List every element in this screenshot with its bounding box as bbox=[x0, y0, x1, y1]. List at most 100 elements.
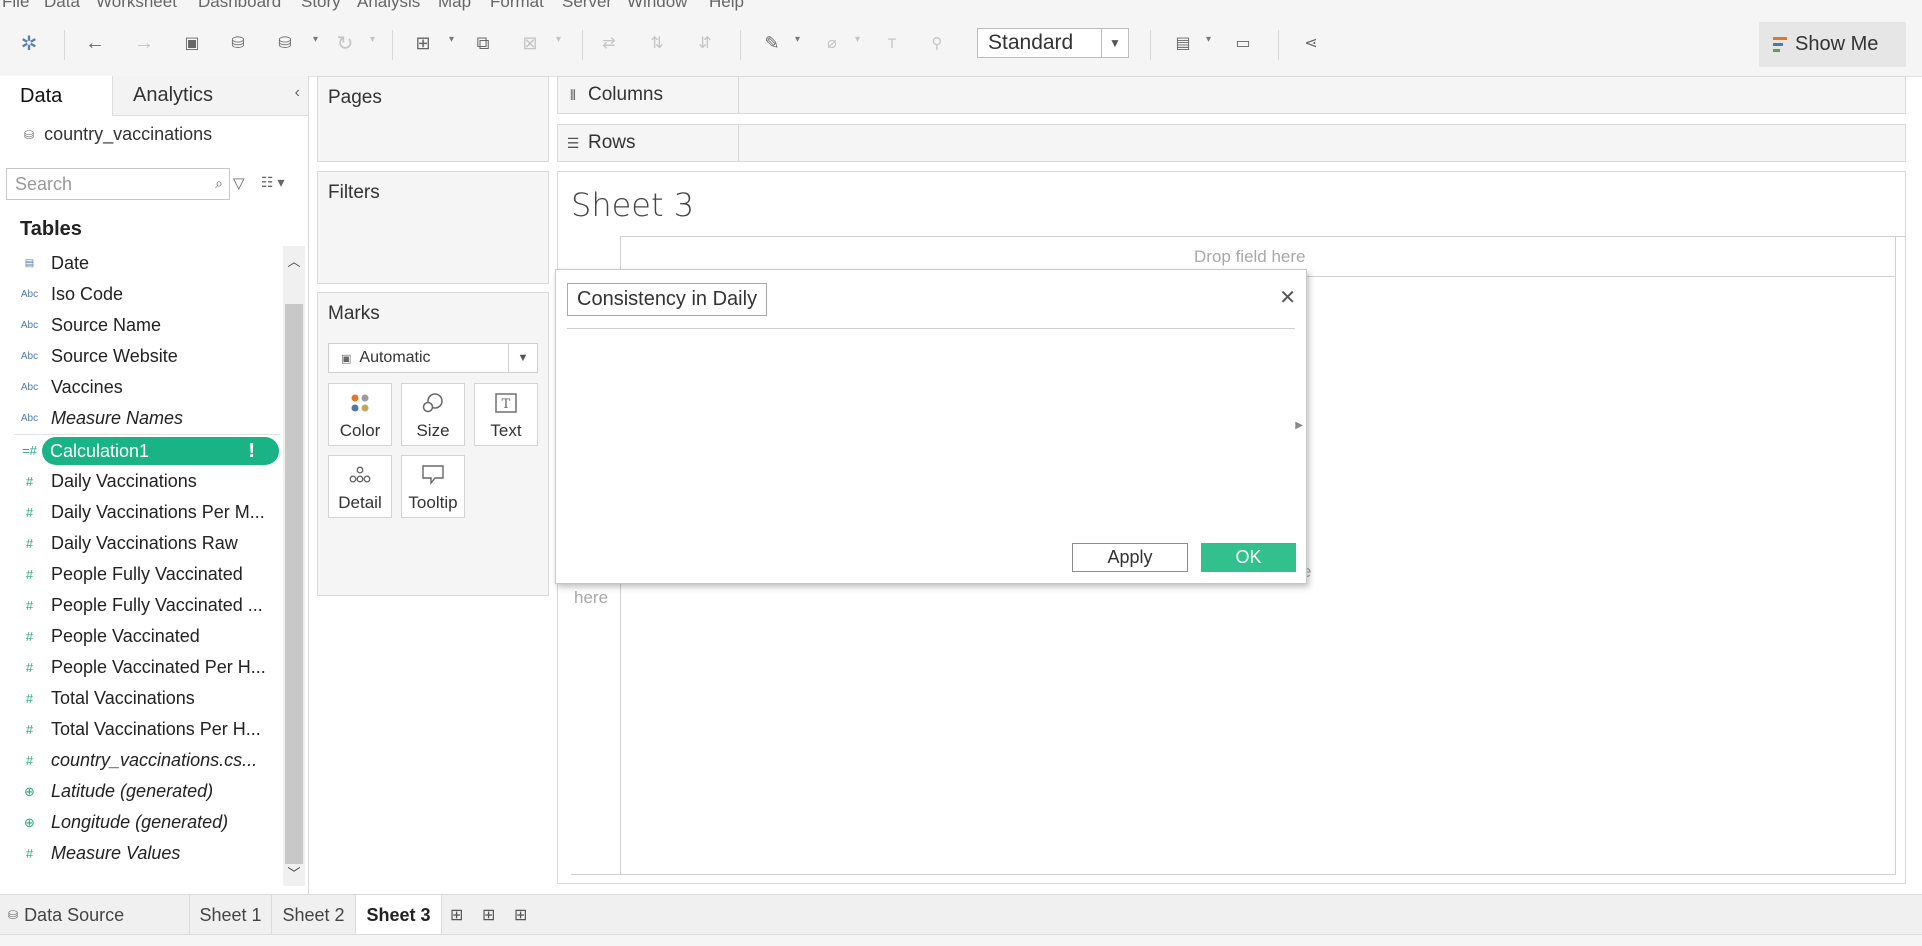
presentation-mode-icon[interactable]: ▭ bbox=[1226, 26, 1260, 60]
menu-format[interactable]: Format bbox=[490, 0, 544, 12]
field-total-vaccinations-per-hundred[interactable]: # Total Vaccinations Per H... bbox=[0, 714, 282, 745]
filters-shelf[interactable]: Filters bbox=[317, 171, 549, 284]
clear-sheet-caret-icon[interactable]: ▾ bbox=[556, 34, 561, 45]
view-options-icon[interactable]: ☷ ▾ bbox=[261, 174, 284, 191]
color-button[interactable]: Color bbox=[328, 383, 392, 446]
redo-icon[interactable]: → bbox=[127, 26, 161, 60]
scroll-up-icon[interactable]: ︿ bbox=[283, 246, 305, 274]
pause-updates-icon[interactable]: ⛁ bbox=[268, 26, 302, 60]
tab-sheet-2[interactable]: Sheet 2 bbox=[272, 895, 356, 935]
menu-map[interactable]: Map bbox=[438, 0, 471, 12]
menu-file[interactable]: File bbox=[2, 0, 29, 12]
sheet-title[interactable]: Sheet 3 bbox=[571, 186, 694, 224]
scroll-down-icon[interactable]: ﹀ bbox=[283, 858, 305, 886]
field-date[interactable]: ▤ Date bbox=[0, 248, 282, 279]
fit-select[interactable]: Standard ▼ bbox=[977, 28, 1129, 58]
calculation-pill[interactable]: Calculation1 ! bbox=[42, 437, 279, 465]
ok-button[interactable]: OK bbox=[1201, 543, 1296, 572]
columns-shelf[interactable]: ⫴ Columns bbox=[557, 76, 1906, 114]
show-cards-caret-icon[interactable]: ▾ bbox=[1206, 34, 1211, 45]
clear-sheet-icon[interactable]: ⊠ bbox=[513, 26, 547, 60]
field-vaccines[interactable]: Abc Vaccines bbox=[0, 372, 282, 403]
field-daily-vaccinations-per-million[interactable]: # Daily Vaccinations Per M... bbox=[0, 497, 282, 528]
save-icon[interactable]: ▣ bbox=[175, 26, 209, 60]
field-measure-names[interactable]: Abc Measure Names bbox=[0, 403, 282, 434]
field-people-fully-vaccinated-per-hundred[interactable]: # People Fully Vaccinated ... bbox=[0, 590, 282, 621]
group-members-icon[interactable]: ⌀ bbox=[815, 26, 849, 60]
highlight-icon[interactable]: ✎ bbox=[755, 26, 789, 60]
collapse-pane-icon[interactable]: ‹ bbox=[295, 84, 300, 102]
show-cards-icon[interactable]: ▤ bbox=[1166, 26, 1200, 60]
tableau-logo-icon[interactable]: ✲ bbox=[12, 26, 46, 60]
new-worksheet-icon[interactable]: ⊞ bbox=[406, 26, 440, 60]
field-calculation1[interactable]: =# Calculation1 ! bbox=[0, 435, 282, 466]
new-story-icon[interactable]: ⊞ bbox=[514, 905, 527, 925]
field-people-fully-vaccinated[interactable]: # People Fully Vaccinated bbox=[0, 559, 282, 590]
tab-data[interactable]: Data bbox=[0, 76, 112, 116]
rows-shelf[interactable]: ☰ Rows bbox=[557, 124, 1906, 162]
fix-axes-icon[interactable]: ⚲ bbox=[920, 26, 954, 60]
sort-ascending-icon[interactable]: ⇅ bbox=[640, 26, 674, 60]
drop-field-columns-hint[interactable]: Drop field here bbox=[1194, 247, 1306, 267]
formula-editor[interactable] bbox=[567, 332, 1277, 532]
refresh-caret-icon[interactable]: ▾ bbox=[370, 34, 375, 45]
scroll-thumb[interactable] bbox=[285, 304, 303, 864]
tab-sheet-1[interactable]: Sheet 1 bbox=[190, 895, 272, 935]
chevron-down-icon[interactable]: ▼ bbox=[508, 344, 537, 372]
field-daily-vaccinations-raw[interactable]: # Daily Vaccinations Raw bbox=[0, 528, 282, 559]
field-measure-values[interactable]: # Measure Values bbox=[0, 838, 282, 869]
field-source-name[interactable]: Abc Source Name bbox=[0, 310, 282, 341]
sort-descending-icon[interactable]: ⇵ bbox=[688, 26, 722, 60]
new-datasource-icon[interactable]: ⛁ bbox=[221, 26, 255, 60]
pause-updates-caret-icon[interactable]: ▾ bbox=[313, 34, 318, 45]
tab-analytics[interactable]: Analytics ‹ bbox=[112, 76, 308, 116]
field-source-website[interactable]: Abc Source Website bbox=[0, 341, 282, 372]
new-worksheet-caret-icon[interactable]: ▾ bbox=[449, 34, 454, 45]
highlight-caret-icon[interactable]: ▾ bbox=[795, 34, 800, 45]
field-count-records[interactable]: # country_vaccinations.cs... bbox=[0, 745, 282, 776]
menu-worksheet[interactable]: Worksheet bbox=[96, 0, 177, 12]
share-icon[interactable]: ⋖ bbox=[1294, 26, 1328, 60]
detail-button[interactable]: Detail bbox=[328, 455, 392, 518]
field-total-vaccinations[interactable]: # Total Vaccinations bbox=[0, 683, 282, 714]
search-icon[interactable]: ⌕ bbox=[215, 175, 223, 192]
show-labels-icon[interactable]: T bbox=[875, 26, 909, 60]
menu-dashboard[interactable]: Dashboard bbox=[198, 0, 281, 12]
expand-functions-icon[interactable]: ▶ bbox=[1295, 420, 1303, 431]
datasource-item[interactable]: ⛁ country_vaccinations bbox=[24, 124, 212, 145]
menu-data[interactable]: Data bbox=[44, 0, 80, 12]
pages-shelf[interactable]: Pages bbox=[317, 76, 549, 162]
text-button[interactable]: T Text bbox=[474, 383, 538, 446]
drop-field-rows-hint[interactable]: here bbox=[574, 588, 608, 608]
duplicate-sheet-icon[interactable]: ⧉ bbox=[466, 26, 500, 60]
tab-data-source[interactable]: ⛁ Data Source bbox=[0, 895, 190, 935]
field-longitude[interactable]: ⊕ Longitude (generated) bbox=[0, 807, 282, 838]
size-button[interactable]: Size bbox=[401, 383, 465, 446]
new-worksheet-icon[interactable]: ⊞ bbox=[450, 905, 463, 925]
undo-icon[interactable]: ← bbox=[78, 26, 112, 60]
close-icon[interactable]: ✕ bbox=[1279, 285, 1296, 310]
show-me-button[interactable]: Show Me bbox=[1759, 22, 1906, 67]
apply-button[interactable]: Apply bbox=[1072, 543, 1188, 572]
chevron-down-icon[interactable]: ▼ bbox=[1101, 29, 1128, 57]
calculation-name-input[interactable]: Consistency in Daily bbox=[567, 283, 767, 316]
menu-help[interactable]: Help bbox=[709, 0, 744, 12]
swap-rows-columns-icon[interactable]: ⇄ bbox=[592, 26, 626, 60]
search-input[interactable]: Search ⌕ bbox=[6, 168, 230, 200]
menu-story[interactable]: Story bbox=[301, 0, 341, 12]
new-dashboard-icon[interactable]: ⊞ bbox=[482, 905, 495, 925]
menu-server[interactable]: Server bbox=[562, 0, 612, 12]
menu-window[interactable]: Window bbox=[627, 0, 687, 12]
mark-type-select[interactable]: ▣ Automatic ▼ bbox=[328, 343, 538, 373]
field-people-vaccinated-per-hundred[interactable]: # People Vaccinated Per H... bbox=[0, 652, 282, 683]
menu-analysis[interactable]: Analysis bbox=[357, 0, 420, 12]
field-people-vaccinated[interactable]: # People Vaccinated bbox=[0, 621, 282, 652]
refresh-icon[interactable]: ↻ bbox=[328, 26, 362, 60]
field-daily-vaccinations[interactable]: # Daily Vaccinations bbox=[0, 466, 282, 497]
field-iso-code[interactable]: Abc Iso Code bbox=[0, 279, 282, 310]
group-caret-icon[interactable]: ▾ bbox=[855, 34, 860, 45]
field-latitude[interactable]: ⊕ Latitude (generated) bbox=[0, 776, 282, 807]
scrollbar[interactable]: ︿ ﹀ bbox=[283, 246, 305, 886]
tooltip-button[interactable]: Tooltip bbox=[401, 455, 465, 518]
tab-sheet-3[interactable]: Sheet 3 bbox=[356, 895, 442, 935]
